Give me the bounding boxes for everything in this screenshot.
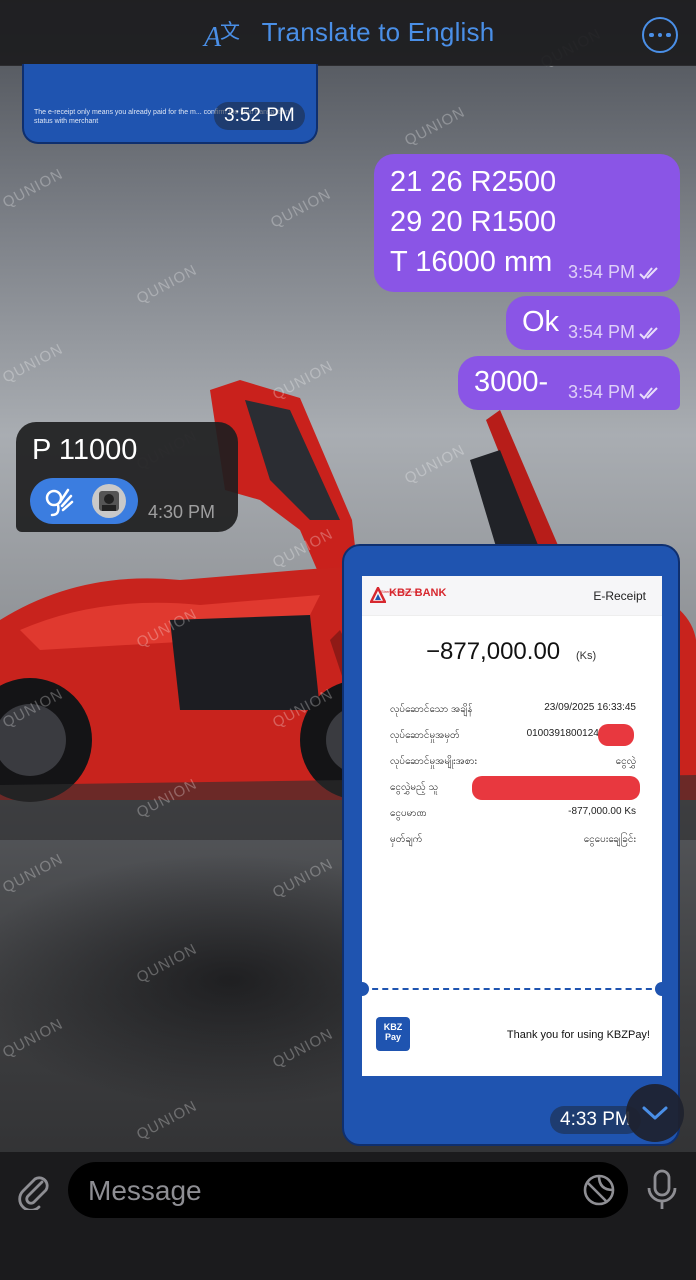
message-input[interactable]: Message bbox=[68, 1162, 628, 1218]
message-bubble-incoming[interactable]: P 11000 4:30 PM bbox=[16, 422, 238, 532]
paperclip-icon[interactable] bbox=[14, 1170, 54, 1210]
receipt-header: KBZ BANK Strength of Myanmar E-Receipt bbox=[362, 576, 662, 616]
e-receipt-card: KBZ BANK Strength of Myanmar E-Receipt −… bbox=[362, 576, 662, 1076]
more-icon-dot bbox=[666, 32, 671, 38]
receipt-row: မှတ်ချက် ငွေပေးချေခြင်း bbox=[390, 832, 636, 850]
double-check-icon bbox=[639, 266, 658, 279]
microphone-icon[interactable] bbox=[642, 1168, 682, 1212]
sticker-icon[interactable] bbox=[582, 1173, 616, 1207]
message-time: 3:54 PM bbox=[568, 262, 636, 282]
scroll-to-bottom-button[interactable] bbox=[626, 1084, 684, 1142]
row-label: ငွေပမာဏ bbox=[390, 808, 427, 819]
message-text: 21 26 R2500 29 20 R1500 T 16000 mm bbox=[390, 162, 556, 282]
receipt-row: လုပ်ဆောင်မှုအမျိုးအစား ငွေလွှဲ bbox=[390, 754, 636, 772]
svg-text:文: 文 bbox=[220, 19, 240, 43]
row-value: -877,000.00 Ks bbox=[568, 806, 636, 817]
receipt-row: လုပ်ဆောင်သော အချိန် 23/09/2025 16:33:45 bbox=[390, 702, 636, 720]
receipt-notch bbox=[362, 982, 369, 996]
message-meta: 3:54 PM bbox=[568, 322, 665, 343]
row-value: ငွေလွှဲ bbox=[615, 756, 636, 767]
reaction-pill[interactable] bbox=[30, 478, 138, 524]
redaction-mark bbox=[598, 724, 634, 746]
message-bubble-receipt-image[interactable]: KBZ BANK Strength of Myanmar E-Receipt −… bbox=[342, 544, 680, 1146]
message-input-bar: Message bbox=[0, 1152, 696, 1280]
row-value: 23/09/2025 16:33:45 bbox=[544, 702, 636, 713]
message-text: 3000- bbox=[474, 366, 549, 398]
receipt-amount: −877,000.00 bbox=[426, 638, 561, 665]
translate-button[interactable]: A 文 Translate to English bbox=[202, 12, 495, 54]
chevron-down-icon bbox=[642, 1106, 668, 1120]
message-bubble-outgoing[interactable]: Ok 3:54 PM bbox=[506, 296, 680, 350]
message-meta: 3:54 PM bbox=[568, 262, 665, 283]
message-text: P 11000 bbox=[32, 434, 138, 466]
top-bar: A 文 Translate to English bbox=[0, 0, 696, 66]
translate-icon: A 文 bbox=[202, 19, 240, 53]
receipt-row: ငွေပမာဏ -877,000.00 Ks bbox=[390, 806, 636, 824]
message-line: 29 20 R1500 bbox=[390, 206, 557, 238]
receipt-divider bbox=[362, 988, 662, 990]
receipt-notch bbox=[655, 982, 662, 996]
avatar-icon bbox=[99, 491, 119, 511]
message-line: T 16000 mm bbox=[390, 246, 553, 278]
redaction-mark bbox=[472, 776, 640, 800]
receipt-title: E-Receipt bbox=[593, 589, 646, 603]
more-icon-dot bbox=[657, 32, 663, 38]
ok-hand-emoji-icon bbox=[45, 488, 74, 517]
more-button[interactable] bbox=[642, 17, 678, 53]
bank-tagline: Strength of Myanmar bbox=[381, 589, 419, 594]
more-icon bbox=[649, 32, 654, 38]
message-bubble-outgoing[interactable]: 3000- 3:54 PM bbox=[458, 356, 680, 410]
message-line: 21 26 R2500 bbox=[390, 166, 557, 198]
row-label: လုပ်ဆောင်မှုအမှတ် bbox=[390, 730, 460, 741]
message-time: 3:52 PM bbox=[214, 102, 305, 130]
row-value: ငွေပေးချေခြင်း bbox=[583, 834, 636, 845]
message-meta: 3:54 PM bbox=[568, 382, 665, 403]
message-text: Ok bbox=[522, 306, 560, 338]
row-label: မှတ်ချက် bbox=[390, 834, 423, 845]
message-time: 3:54 PM bbox=[568, 382, 636, 402]
message-time: 4:30 PM bbox=[148, 502, 216, 522]
message-bubble-outgoing[interactable]: 21 26 R2500 29 20 R1500 T 16000 mm 3:54 … bbox=[374, 154, 680, 292]
double-check-icon bbox=[639, 386, 658, 399]
receipt-unit: (Ks) bbox=[576, 650, 597, 662]
row-label: လုပ်ဆောင်မှုအမျိုးအစား bbox=[390, 756, 478, 767]
message-bubble-receipt-previous[interactable]: The e-receipt only means you already pai… bbox=[22, 64, 318, 144]
row-label: လုပ်ဆောင်သော အချိန် bbox=[390, 704, 473, 715]
row-label: ငွေလွှဲမည့် သူ bbox=[390, 782, 439, 793]
receipt-thanks: Thank you for using KBZPay! bbox=[506, 1029, 650, 1041]
message-time: 3:54 PM bbox=[568, 322, 636, 342]
kbzpay-logo: KBZ Pay bbox=[376, 1017, 410, 1051]
message-placeholder: Message bbox=[88, 1175, 202, 1206]
double-check-icon bbox=[639, 326, 658, 339]
translate-label: Translate to English bbox=[261, 17, 495, 47]
svg-text:A: A bbox=[202, 22, 222, 53]
avatar bbox=[92, 484, 126, 518]
